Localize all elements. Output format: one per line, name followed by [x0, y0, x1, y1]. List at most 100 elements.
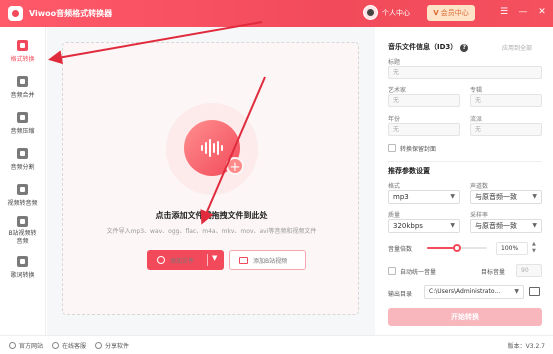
target-volume-label: 目标音量	[481, 269, 506, 276]
add-video-label: 添加B站视频	[253, 257, 288, 265]
quality-select[interactable]: 320kbps ▼	[388, 219, 460, 233]
format-label: 格式	[388, 183, 401, 190]
sidebar-item-audio-merge[interactable]: 音频合并	[0, 69, 45, 105]
official-website-link[interactable]: 官方网站	[9, 341, 43, 350]
format-value: mp3	[393, 193, 409, 201]
audio-merge-icon	[17, 75, 28, 87]
audio-split-icon	[17, 147, 28, 159]
genre-field[interactable]: 无	[470, 123, 542, 136]
sidebar-item-format-convert[interactable]: 格式转换	[0, 33, 45, 69]
headset-icon	[52, 341, 60, 349]
sidebar-item-label: 歌词转换	[10, 271, 35, 279]
volume-slider[interactable]	[427, 244, 487, 252]
channels-label: 声道数	[470, 183, 489, 190]
sidebar-item-lyrics-convert[interactable]: 歌词转换	[0, 249, 45, 285]
sidebar: 格式转换 音频合并 音频压缩 音频分割 视频转音频 B站视频转音频 歌词转换	[0, 27, 46, 335]
title-label: 标题	[388, 59, 401, 66]
add-circle-icon	[157, 256, 165, 264]
close-icon[interactable]: ✕	[537, 7, 547, 17]
volume-value-field[interactable]: 100%	[496, 242, 528, 255]
video-to-audio-icon	[17, 183, 28, 195]
volume-stepper[interactable]: ▲ ▼	[532, 241, 536, 255]
output-dir-select[interactable]: C:\Users\Administrato... ▼	[424, 285, 524, 299]
quality-label: 质量	[388, 212, 401, 219]
lyrics-icon	[17, 255, 28, 267]
format-select[interactable]: mp3 ▼	[388, 190, 460, 204]
sidebar-item-label: 视频转音频	[7, 199, 38, 207]
apply-all-link[interactable]: 应用到全部	[502, 43, 532, 52]
plus-icon: +	[226, 157, 244, 175]
channels-value: 与原音频一致	[475, 193, 517, 201]
app-logo	[8, 6, 23, 21]
volume-slider-handle[interactable]	[453, 244, 461, 252]
sidebar-item-label: 音频分割	[10, 163, 35, 171]
vip-center-button[interactable]: V 会员中心	[427, 5, 475, 21]
chevron-down-icon[interactable]: ▼	[212, 254, 217, 262]
start-convert-button[interactable]: 开始转换	[388, 308, 542, 326]
audio-compress-icon	[17, 111, 28, 123]
version-label: 版本：V3.2.7	[507, 343, 545, 350]
avatar	[363, 5, 378, 20]
sidebar-item-audio-split[interactable]: 音频分割	[0, 141, 45, 177]
drop-subtitle: 文件导入mp3、wav、ogg、flac、m4a、mkv、mov、avi等音频和…	[106, 228, 317, 235]
online-service-link[interactable]: 在线客服	[52, 341, 86, 350]
keep-cover-label: 转换保留封面	[400, 146, 437, 153]
menu-icon[interactable]: ☰	[499, 7, 509, 17]
sidebar-item-label: 音频压缩	[10, 127, 35, 135]
params-section-title: 推荐参数设置	[388, 167, 430, 175]
chevron-down-icon: ▼	[450, 222, 455, 229]
keep-cover-checkbox[interactable]	[388, 144, 396, 152]
output-dir-label: 输出目录	[388, 291, 413, 298]
chevron-down-icon: ▼	[532, 222, 537, 229]
album-label: 专辑	[470, 87, 483, 94]
id3-title: 音乐文件信息（ID3）	[388, 43, 458, 51]
file-drop-zone[interactable]: + 点击添加文件或拖拽文件到此处 文件导入mp3、wav、ogg、flac、m4…	[62, 42, 359, 315]
footer: 官方网站 在线客服 分享软件 版本：V3.2.7	[0, 335, 553, 354]
sidebar-item-label: 音频合并	[10, 91, 35, 99]
chevron-down-icon: ▼	[532, 193, 537, 200]
title-field[interactable]: 无	[388, 66, 542, 79]
volume-label: 音量倍数	[388, 246, 413, 253]
share-software-link[interactable]: 分享软件	[95, 341, 129, 350]
year-field[interactable]: 无	[388, 123, 460, 136]
target-volume-field[interactable]: 90	[516, 264, 542, 277]
add-file-button[interactable]: 添加文件 ▼	[147, 250, 224, 270]
chevron-down-icon: ▼	[514, 288, 519, 295]
channels-select[interactable]: 与原音频一致 ▼	[470, 190, 542, 204]
sidebar-item-label: 格式转换	[10, 55, 35, 63]
samplerate-label: 采样率	[470, 212, 489, 219]
auto-volume-checkbox[interactable]	[388, 267, 396, 275]
format-convert-icon	[17, 39, 28, 51]
home-icon	[9, 341, 16, 349]
user-center-button[interactable]: 个人中心	[363, 5, 410, 20]
share-label: 分享软件	[105, 342, 130, 350]
output-dir-value: C:\Users\Administrato...	[429, 288, 501, 295]
add-bilibili-video-button[interactable]: 添加B站视频	[229, 250, 306, 270]
minimize-icon[interactable]: —	[518, 7, 528, 17]
website-label: 官方网站	[19, 342, 44, 350]
sidebar-item-bilibili-to-audio[interactable]: B站视频转音频	[0, 213, 45, 249]
sidebar-item-audio-compress[interactable]: 音频压缩	[0, 105, 45, 141]
sidebar-item-video-to-audio[interactable]: 视频转音频	[0, 177, 45, 213]
share-icon	[95, 341, 103, 349]
quality-value: 320kbps	[393, 222, 423, 230]
user-center-label: 个人中心	[382, 8, 410, 17]
auto-volume-label: 自动统一音量	[400, 269, 437, 276]
year-label: 年份	[388, 116, 401, 123]
chevron-down-icon: ▼	[450, 193, 455, 200]
samplerate-value: 与原音频一致	[475, 222, 517, 230]
artist-field[interactable]: 无	[388, 94, 460, 107]
album-field[interactable]: 无	[470, 94, 542, 107]
vip-icon: V	[433, 9, 439, 17]
bilibili-video-icon	[17, 216, 28, 227]
folder-icon[interactable]	[529, 287, 540, 296]
help-icon[interactable]: ?	[460, 44, 469, 52]
drop-title: 点击添加文件或拖拽文件到此处	[155, 211, 268, 220]
vip-center-label: 会员中心	[440, 9, 469, 17]
id3-section-title: 音乐文件信息（ID3）?	[388, 42, 469, 52]
samplerate-select[interactable]: 与原音频一致 ▼	[470, 219, 542, 233]
service-label: 在线客服	[62, 342, 87, 350]
settings-panel: 音乐文件信息（ID3）? 应用到全部 标题 无 艺术家 无 专辑 无 年份 无 …	[376, 27, 553, 335]
title-bar: Viwoo音频格式转换器 个人中心 V 会员中心 ☰ — ✕	[0, 0, 553, 27]
genre-label: 流派	[470, 116, 483, 123]
